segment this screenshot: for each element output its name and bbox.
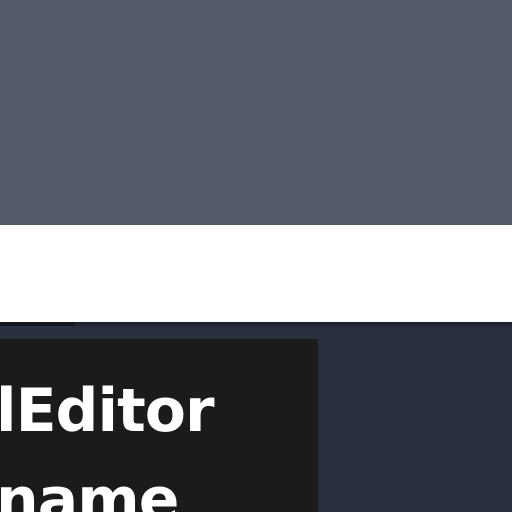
app-title-line-2: name — [0, 465, 179, 512]
top-content-area — [0, 0, 512, 225]
app-window: lEditor name — [0, 0, 512, 512]
white-banner — [0, 225, 512, 322]
app-title-line-1: lEditor — [0, 376, 215, 446]
